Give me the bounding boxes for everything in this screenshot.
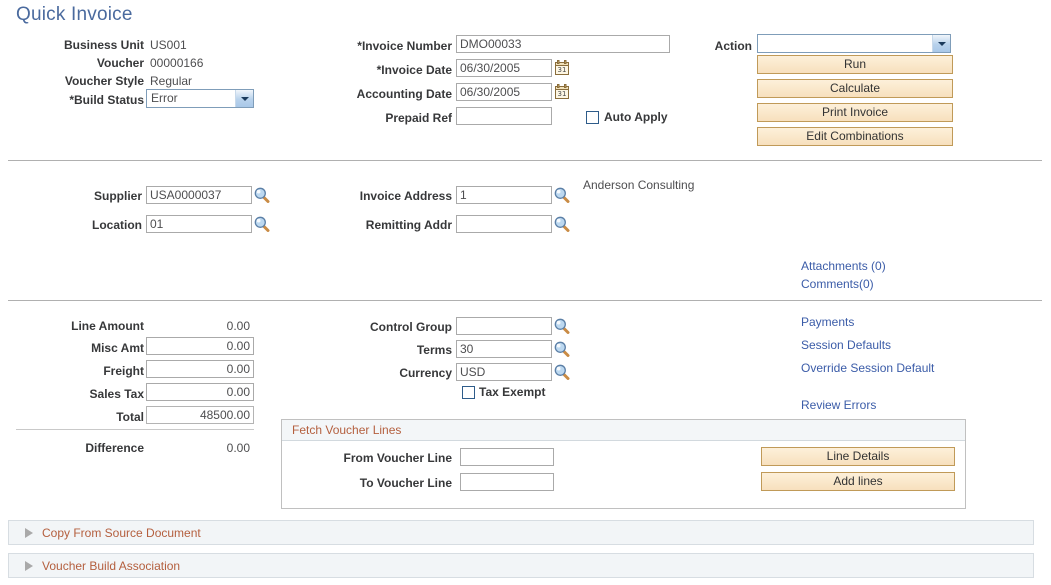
supplier-name-text: Anderson Consulting	[583, 177, 694, 193]
svg-text:31: 31	[558, 66, 567, 74]
invoice-date-label: *Invoice Date	[330, 62, 452, 78]
supplier-label: Supplier	[20, 188, 142, 204]
search-lookup-icon[interactable]	[554, 341, 570, 357]
terms-label: Terms	[340, 342, 452, 358]
invoice-number-label: *Invoice Number	[330, 38, 452, 54]
business-unit-label: Business Unit	[20, 37, 144, 53]
voucher-style-label: Voucher Style	[20, 73, 144, 89]
calculate-button[interactable]: Calculate	[757, 79, 953, 98]
from-voucher-line-input[interactable]	[460, 448, 554, 466]
difference-value: 0.00	[148, 440, 250, 456]
print-invoice-button[interactable]: Print Invoice	[757, 103, 953, 122]
voucher-value: 00000166	[150, 55, 203, 71]
invoice-address-input[interactable]	[456, 186, 552, 204]
tax-exempt-label: Tax Exempt	[479, 384, 545, 400]
review-errors-link[interactable]: Review Errors	[801, 397, 876, 413]
terms-input[interactable]	[456, 340, 552, 358]
edit-combinations-button[interactable]: Edit Combinations	[757, 127, 953, 146]
currency-input[interactable]	[456, 363, 552, 381]
invoice-number-input[interactable]	[456, 35, 670, 53]
accounting-date-label: Accounting Date	[330, 86, 452, 102]
search-lookup-icon[interactable]	[254, 216, 270, 232]
chevron-down-icon[interactable]	[235, 90, 253, 107]
attachments-link[interactable]: Attachments (0)	[801, 258, 886, 274]
build-status-select[interactable]: Error	[146, 89, 254, 108]
build-status-label: *Build Status	[20, 92, 144, 108]
search-lookup-icon[interactable]	[554, 216, 570, 232]
divider-totals	[16, 429, 254, 430]
fetch-voucher-lines-title: Fetch Voucher Lines	[282, 420, 965, 441]
freight-label: Freight	[10, 363, 144, 379]
action-select[interactable]	[757, 34, 951, 53]
svg-text:31: 31	[558, 90, 567, 98]
search-lookup-icon[interactable]	[554, 364, 570, 380]
control-group-input[interactable]	[456, 317, 552, 335]
build-status-selected-value: Error	[147, 90, 235, 107]
currency-label: Currency	[340, 365, 452, 381]
voucher-style-value: Regular	[150, 73, 192, 89]
session-defaults-link[interactable]: Session Defaults	[801, 337, 891, 353]
payments-link[interactable]: Payments	[801, 314, 854, 330]
prepaid-ref-label: Prepaid Ref	[330, 110, 452, 126]
misc-amt-label: Misc Amt	[10, 340, 144, 356]
voucher-label: Voucher	[20, 55, 144, 71]
page-title: Quick Invoice	[16, 4, 133, 26]
sales-tax-label: Sales Tax	[10, 386, 144, 402]
search-lookup-icon[interactable]	[254, 187, 270, 203]
to-voucher-line-label: To Voucher Line	[330, 475, 452, 491]
divider-header	[8, 160, 1042, 161]
prepaid-ref-input[interactable]	[456, 107, 552, 125]
auto-apply-checkbox[interactable]	[586, 111, 599, 124]
invoice-date-input[interactable]	[456, 59, 552, 77]
calendar-picker-icon[interactable]: 31	[555, 60, 569, 75]
chevron-down-icon[interactable]	[932, 35, 950, 52]
total-label: Total	[10, 409, 144, 425]
invoice-address-label: Invoice Address	[340, 188, 452, 204]
search-lookup-icon[interactable]	[554, 187, 570, 203]
control-group-label: Control Group	[340, 319, 452, 335]
remitting-addr-label: Remitting Addr	[340, 217, 452, 233]
chevron-right-icon[interactable]	[25, 561, 33, 571]
remitting-addr-input[interactable]	[456, 215, 552, 233]
supplier-input[interactable]	[146, 186, 252, 204]
freight-input[interactable]	[146, 360, 254, 378]
add-lines-button[interactable]: Add lines	[761, 472, 955, 491]
line-details-button[interactable]: Line Details	[761, 447, 955, 466]
total-value	[146, 406, 254, 424]
auto-apply-label: Auto Apply	[604, 109, 668, 125]
search-lookup-icon[interactable]	[554, 318, 570, 334]
line-amount-value: 0.00	[148, 318, 250, 334]
divider-supplier	[8, 300, 1042, 301]
business-unit-value: US001	[150, 37, 187, 53]
accounting-date-input[interactable]	[456, 83, 552, 101]
comments-link[interactable]: Comments(0)	[801, 276, 874, 292]
tax-exempt-checkbox[interactable]	[462, 386, 475, 399]
to-voucher-line-input[interactable]	[460, 473, 554, 491]
section-label: Voucher Build Association	[42, 559, 180, 573]
sales-tax-input[interactable]	[146, 383, 254, 401]
location-label: Location	[20, 217, 142, 233]
override-session-default-link[interactable]: Override Session Default	[801, 360, 934, 376]
difference-label: Difference	[10, 440, 144, 456]
from-voucher-line-label: From Voucher Line	[330, 450, 452, 466]
line-amount-label: Line Amount	[10, 318, 144, 334]
section-voucher-build-association[interactable]: Voucher Build Association	[8, 553, 1034, 578]
action-label: Action	[660, 38, 752, 54]
calendar-picker-icon[interactable]: 31	[555, 84, 569, 99]
run-button[interactable]: Run	[757, 55, 953, 74]
section-copy-from-source-document[interactable]: Copy From Source Document	[8, 520, 1034, 545]
section-label: Copy From Source Document	[42, 526, 201, 540]
location-input[interactable]	[146, 215, 252, 233]
chevron-right-icon[interactable]	[25, 528, 33, 538]
misc-amt-input[interactable]	[146, 337, 254, 355]
